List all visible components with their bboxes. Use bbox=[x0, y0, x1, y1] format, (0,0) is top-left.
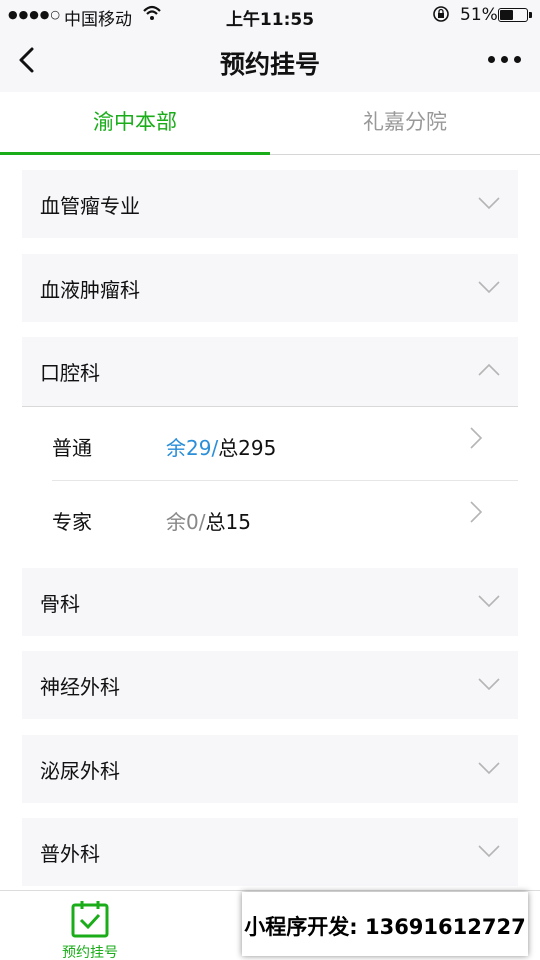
appointment-row-regular[interactable]: 普通 余29/总295 bbox=[22, 407, 518, 481]
more-options-button[interactable] bbox=[482, 50, 526, 70]
rotation-lock-icon bbox=[432, 5, 450, 27]
status-time: 上午11:55 bbox=[225, 10, 315, 30]
chevron-down-icon bbox=[478, 281, 500, 294]
department-item[interactable]: 骨科 bbox=[22, 568, 518, 636]
more-dot-icon bbox=[501, 56, 508, 63]
department-item[interactable]: 神经外科 bbox=[22, 651, 518, 719]
more-dot-icon bbox=[488, 56, 495, 63]
chevron-left-icon bbox=[19, 47, 34, 73]
total-count: 总295 bbox=[218, 436, 277, 460]
department-label: 泌尿外科 bbox=[40, 759, 120, 783]
navigation-bar: 预约挂号 bbox=[0, 30, 540, 92]
total-count: 总15 bbox=[205, 510, 251, 534]
department-item[interactable]: 普外科 bbox=[22, 818, 518, 886]
chevron-right-icon bbox=[470, 427, 483, 449]
department-item-expanded[interactable]: 口腔科 bbox=[22, 337, 518, 407]
more-dot-icon bbox=[514, 56, 521, 63]
appointment-type: 普通 bbox=[52, 436, 92, 460]
chevron-down-icon bbox=[478, 762, 500, 775]
department-item[interactable]: 泌尿外科 bbox=[22, 735, 518, 803]
battery-icon bbox=[498, 8, 528, 22]
chevron-down-icon bbox=[478, 197, 500, 210]
department-label: 口腔科 bbox=[40, 361, 100, 385]
battery-fill bbox=[500, 10, 513, 20]
appointment-count: 余29/总295 bbox=[166, 432, 276, 461]
promo-banner: 小程序开发: 13691612727 bbox=[242, 892, 528, 956]
department-label: 血管瘤专业 bbox=[40, 194, 140, 218]
battery-percent: 51% bbox=[460, 5, 498, 25]
department-label: 血液肿瘤科 bbox=[40, 278, 140, 302]
department-item[interactable]: 血液肿瘤科 bbox=[22, 254, 518, 322]
department-item[interactable]: 血管瘤专业 bbox=[22, 170, 518, 238]
tab-yuzhong-campus[interactable]: 渝中本部 bbox=[0, 92, 270, 155]
promo-text: 小程序开发: 13691612727 bbox=[244, 915, 526, 939]
chevron-down-icon bbox=[478, 845, 500, 858]
battery-tip bbox=[529, 12, 532, 18]
chevron-right-icon bbox=[470, 501, 483, 523]
remaining-count: 余29/ bbox=[166, 436, 219, 460]
page-title: 预约挂号 bbox=[219, 50, 320, 79]
tab-lijia-campus[interactable]: 礼嘉分院 bbox=[270, 92, 540, 154]
department-label: 骨科 bbox=[40, 592, 80, 616]
campus-tabs: 渝中本部 礼嘉分院 bbox=[0, 92, 540, 155]
remaining-count: 余0/ bbox=[166, 510, 206, 534]
department-label: 普外科 bbox=[40, 842, 100, 866]
department-label: 神经外科 bbox=[40, 675, 120, 699]
appointment-type: 专家 bbox=[52, 510, 92, 534]
tabbar-label: 预约挂号 bbox=[62, 945, 118, 960]
chevron-down-icon bbox=[478, 595, 500, 608]
appointment-count: 余0/总15 bbox=[166, 506, 251, 535]
chevron-down-icon bbox=[478, 678, 500, 691]
calendar-check-icon bbox=[71, 901, 109, 938]
chevron-up-icon bbox=[478, 363, 500, 376]
appointment-row-expert[interactable]: 专家 余0/总15 bbox=[22, 481, 518, 555]
status-bar: ●●●●○ 中国移动 上午11:55 51% bbox=[0, 0, 540, 30]
tabbar-item-appointment[interactable]: 预约挂号 bbox=[30, 891, 150, 960]
back-button[interactable] bbox=[10, 42, 46, 78]
